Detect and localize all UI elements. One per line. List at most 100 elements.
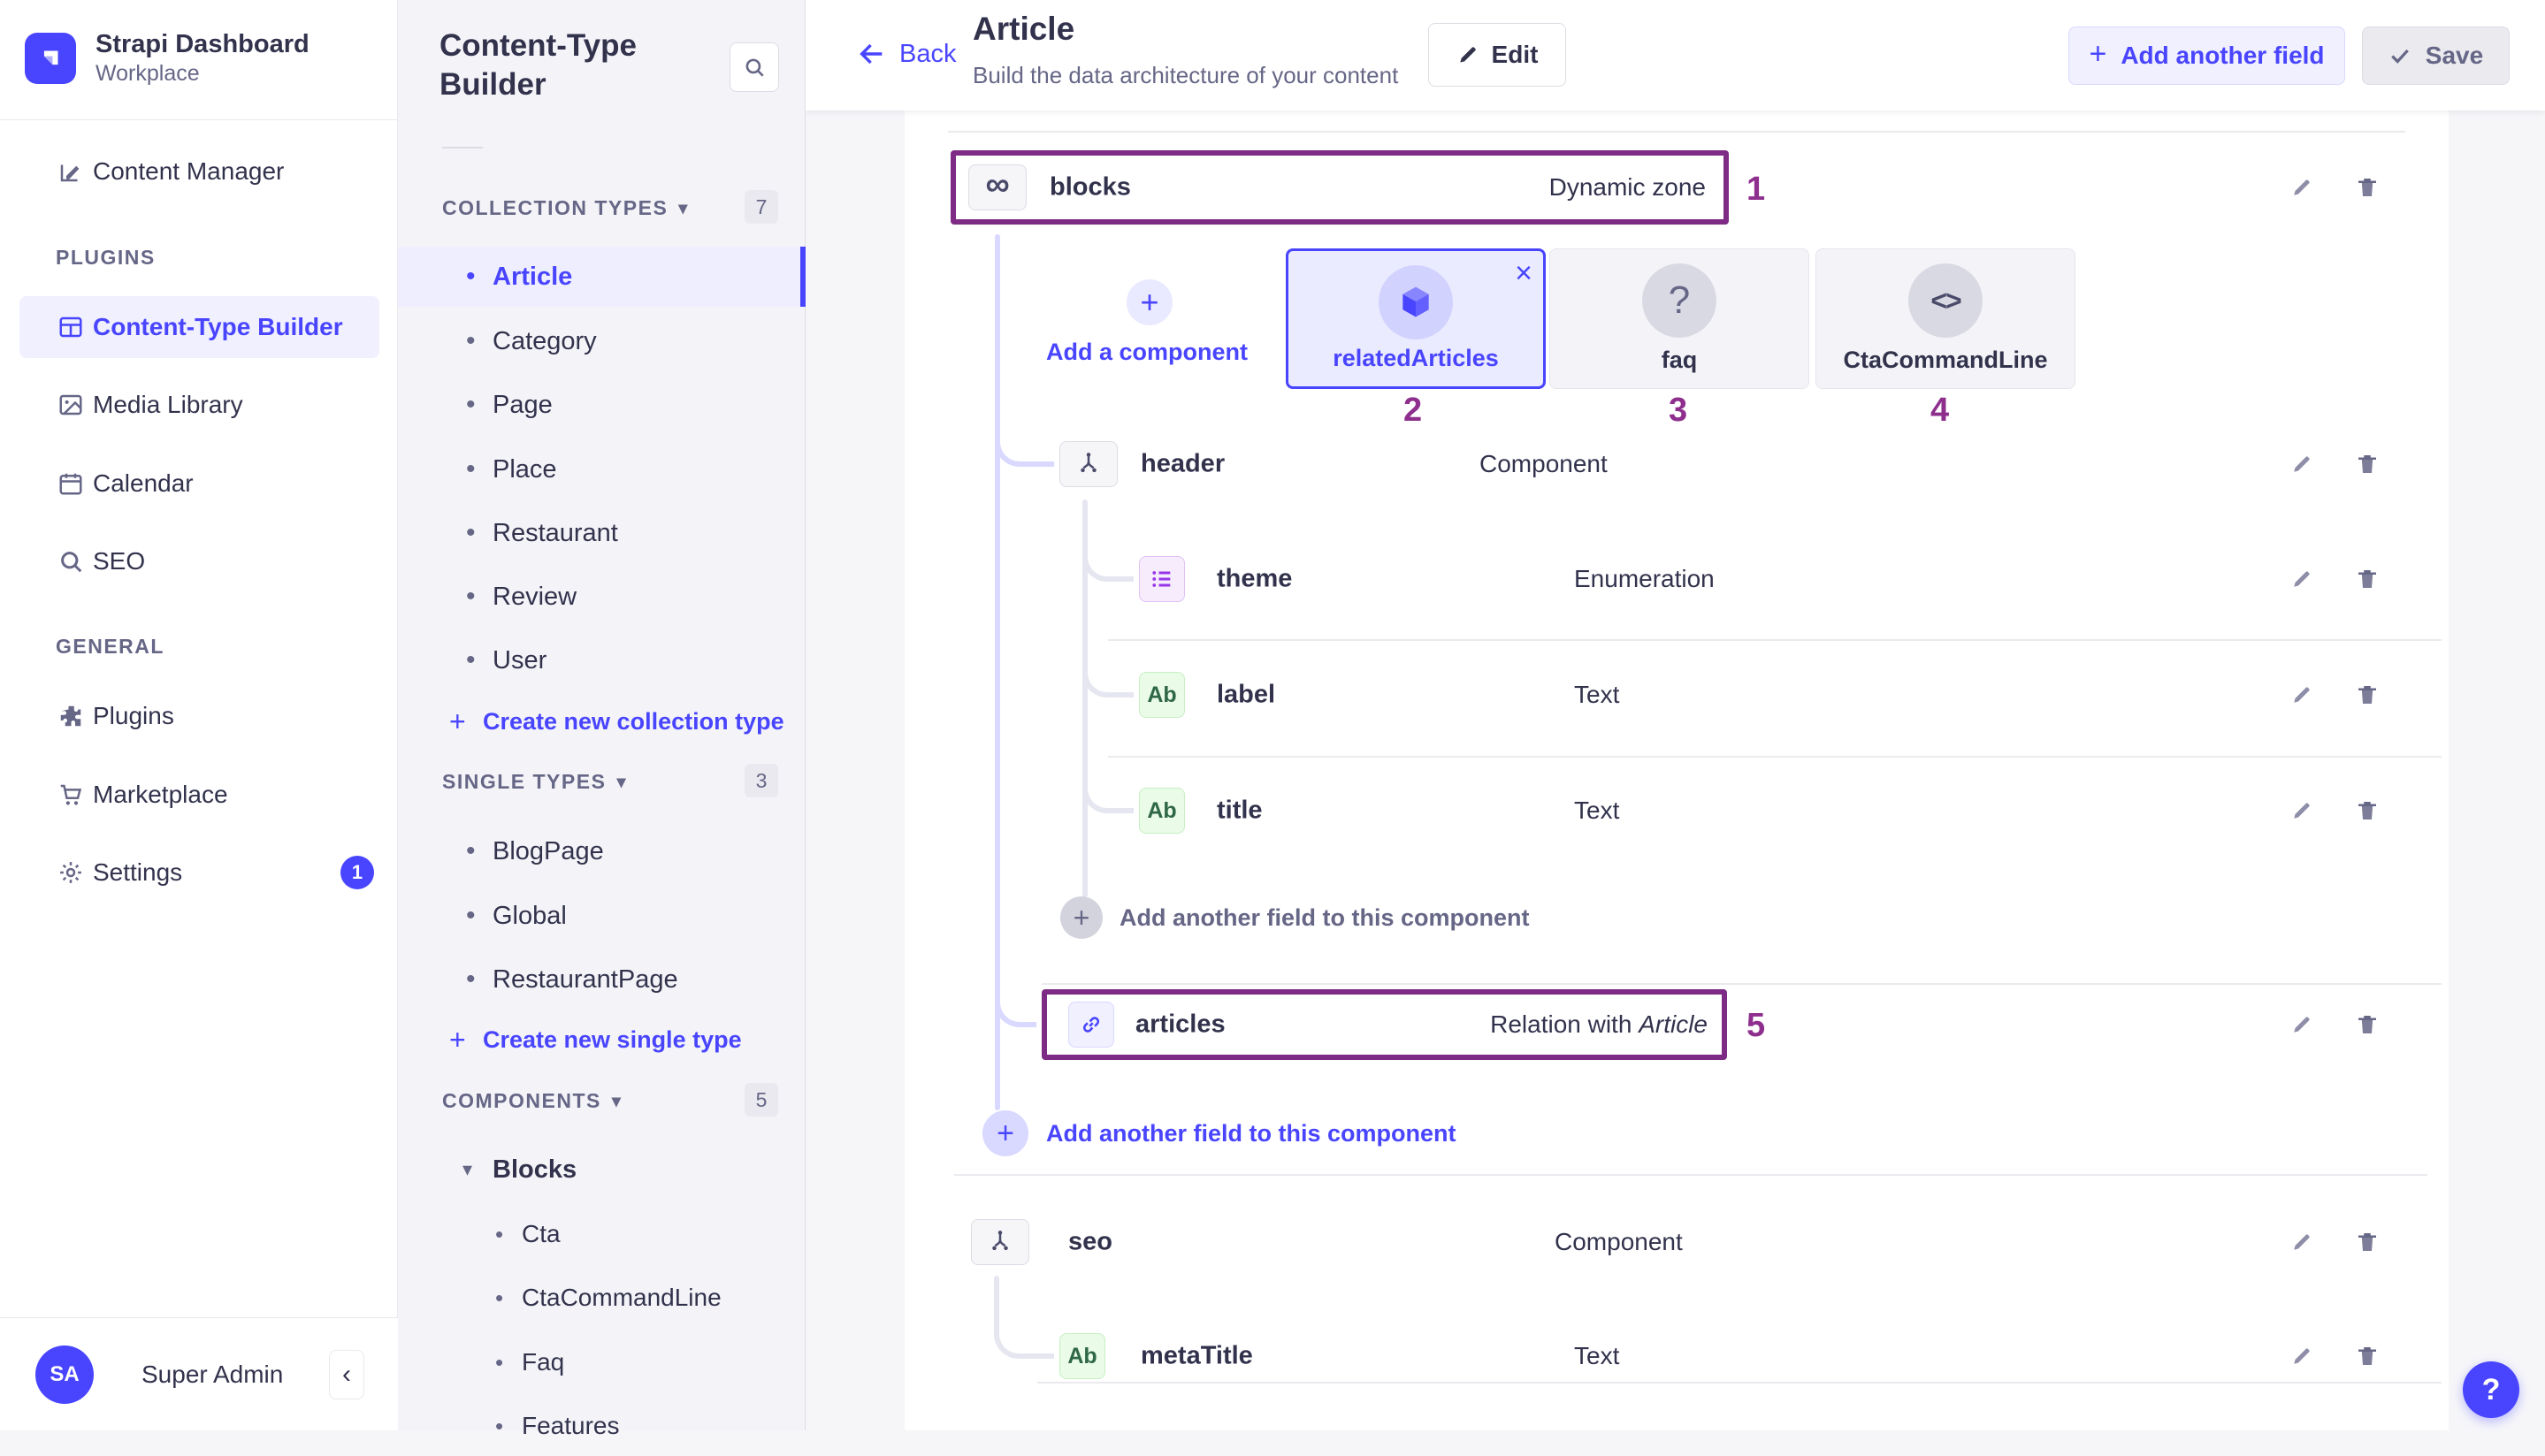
- field-row-metatitle[interactable]: Ab metaTitle Text: [905, 1324, 2449, 1388]
- edit-field-button[interactable]: [2287, 449, 2317, 479]
- back-button[interactable]: Back: [857, 39, 956, 69]
- content-type-builder-nav: Content-Type Builder COLLECTION TYPES ▾ …: [398, 0, 806, 1430]
- annotation-2: 2: [1403, 392, 1422, 430]
- subnav-item-blogpage[interactable]: • BlogPage: [398, 821, 806, 881]
- subnav-item-restaurant[interactable]: • Restaurant: [398, 503, 806, 563]
- sidebar-item-marketplace[interactable]: Marketplace: [0, 765, 398, 825]
- field-type: Enumeration: [1574, 565, 1715, 593]
- field-row-theme[interactable]: theme Enumeration: [905, 547, 2449, 611]
- save-button[interactable]: Save: [2362, 27, 2510, 85]
- component-category-blocks[interactable]: ▾ Blocks: [398, 1140, 806, 1200]
- divider: [442, 147, 483, 149]
- save-label: Save: [2426, 42, 2483, 70]
- subnav-item-label: BlogPage: [493, 837, 604, 866]
- component-chip-relatedarticles[interactable]: × relatedArticles: [1286, 248, 1546, 389]
- field-row-articles-highlight[interactable]: articles Relation with Article: [1042, 989, 1727, 1060]
- delete-field-button[interactable]: [2352, 172, 2382, 202]
- sidebar-item-plugins[interactable]: Plugins: [0, 686, 398, 746]
- sidebar-item-settings[interactable]: Settings 1: [0, 842, 398, 903]
- delete-field-button[interactable]: [2352, 1010, 2382, 1040]
- subnav-item-user[interactable]: • User: [398, 630, 806, 690]
- component-category-label: Blocks: [493, 1155, 577, 1185]
- component-icon: [971, 1219, 1029, 1265]
- help-button[interactable]: ?: [2463, 1361, 2519, 1418]
- row-actions: [2287, 796, 2382, 826]
- edit-field-button[interactable]: [2287, 1010, 2317, 1040]
- sidebar-item-seo[interactable]: SEO: [0, 531, 398, 591]
- brand[interactable]: Strapi Dashboard Workplace: [25, 29, 310, 88]
- field-name: metaTitle: [1141, 1342, 1253, 1371]
- sidebar-item-media-library[interactable]: Media Library: [0, 375, 398, 435]
- user-name: Super Admin: [141, 1361, 283, 1389]
- text-field-icon: Ab: [1059, 1333, 1105, 1379]
- subnav-item-label: Cta: [522, 1220, 561, 1248]
- sidebar-item-calendar[interactable]: Calendar: [0, 454, 398, 514]
- delete-field-button[interactable]: [2352, 680, 2382, 710]
- delete-field-button[interactable]: [2352, 564, 2382, 594]
- subnav-item-place[interactable]: • Place: [398, 439, 806, 499]
- sidebar-section-general: GENERAL: [56, 635, 164, 659]
- create-single-type-link[interactable]: + Create new single type: [398, 1015, 806, 1064]
- create-collection-type-link[interactable]: + Create new collection type: [398, 697, 806, 746]
- subnav-item-features[interactable]: • Features: [398, 1396, 806, 1456]
- edit-field-button[interactable]: [2287, 680, 2317, 710]
- single-types-header[interactable]: SINGLE TYPES ▾: [442, 770, 627, 794]
- field-type: Component: [1555, 1228, 1683, 1256]
- field-name: theme: [1217, 565, 1292, 594]
- field-row-blocks-highlight[interactable]: ∞ blocks Dynamic zone: [951, 150, 1729, 225]
- arrow-left-icon: [857, 39, 887, 69]
- delete-field-button[interactable]: [2352, 1341, 2382, 1371]
- edit-field-button[interactable]: [2287, 796, 2317, 826]
- add-another-field-button[interactable]: + Add another field: [2068, 27, 2345, 85]
- add-component-label: Add a component: [1046, 339, 1248, 366]
- avatar[interactable]: SA: [35, 1345, 94, 1404]
- sidebar-section-plugins: PLUGINS: [56, 246, 156, 270]
- components-header[interactable]: COMPONENTS ▾: [442, 1089, 622, 1113]
- user-row: SA Super Admin ‹: [0, 1317, 398, 1430]
- collapse-sidebar-button[interactable]: ‹: [329, 1350, 364, 1399]
- sidebar-item-content-manager[interactable]: Content Manager: [0, 141, 398, 202]
- component-chip-faq[interactable]: ? faq: [1549, 248, 1809, 389]
- subnav-item-article[interactable]: • Article: [398, 247, 806, 307]
- component-icon: [1059, 441, 1118, 487]
- search-button[interactable]: [730, 42, 779, 92]
- subnav-item-restaurantpage[interactable]: • RestaurantPage: [398, 949, 806, 1010]
- close-icon[interactable]: ×: [1515, 256, 1532, 291]
- component-chip-label: CtaCommandLine: [1816, 347, 2075, 374]
- group-label-text: COMPONENTS: [442, 1089, 601, 1113]
- collection-types-header[interactable]: COLLECTION TYPES ▾: [442, 196, 689, 220]
- edit-field-button[interactable]: [2287, 564, 2317, 594]
- active-indicator: [800, 247, 806, 307]
- delete-field-button[interactable]: [2352, 449, 2382, 479]
- field-name: articles: [1135, 1010, 1226, 1040]
- row-actions: [2287, 680, 2382, 710]
- component-chip-ctacommandline[interactable]: <> CtaCommandLine: [1815, 248, 2075, 389]
- edit-field-button[interactable]: [2287, 1341, 2317, 1371]
- subnav-item-cta[interactable]: • Cta: [398, 1204, 806, 1264]
- field-row-label[interactable]: Ab label Text: [905, 663, 2449, 727]
- field-row-header[interactable]: header Component: [905, 432, 2449, 496]
- subnav-item-category[interactable]: • Category: [398, 311, 806, 371]
- row-actions: [2287, 1010, 2382, 1040]
- subnav-item-page[interactable]: • Page: [398, 375, 806, 435]
- field-row-seo[interactable]: seo Component: [905, 1210, 2449, 1274]
- plus-icon: +: [2089, 37, 2106, 72]
- edit-field-button[interactable]: [2287, 172, 2317, 202]
- sidebar-item-content-type-builder[interactable]: Content-Type Builder: [0, 297, 398, 357]
- subnav-item-label: Article: [493, 263, 572, 292]
- subnav-item-review[interactable]: • Review: [398, 567, 806, 627]
- delete-field-button[interactable]: [2352, 1227, 2382, 1257]
- divider: [0, 119, 397, 120]
- subnav-item-global[interactable]: • Global: [398, 886, 806, 946]
- edit-field-button[interactable]: [2287, 1227, 2317, 1257]
- search-icon: [743, 56, 766, 79]
- plus-icon: +: [982, 1110, 1028, 1156]
- delete-field-button[interactable]: [2352, 796, 2382, 826]
- group-label-text: SINGLE TYPES: [442, 770, 606, 794]
- main-sidebar: Strapi Dashboard Workplace Content Manag…: [0, 0, 398, 1430]
- subnav-item-faq[interactable]: • Faq: [398, 1332, 806, 1392]
- edit-button[interactable]: Edit: [1428, 23, 1566, 87]
- field-row-title[interactable]: Ab title Text: [905, 779, 2449, 842]
- sidebar-item-label: Settings: [93, 858, 182, 887]
- subnav-item-ctacommandline[interactable]: • CtaCommandLine: [398, 1268, 806, 1328]
